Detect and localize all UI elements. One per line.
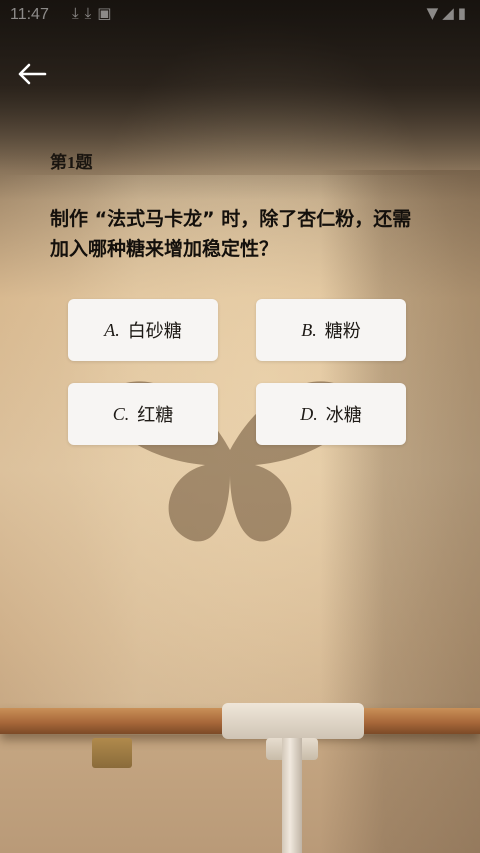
status-bar: 11:47 ⤓⤓▣ ▼◢▮	[0, 0, 480, 34]
wall-bracket	[92, 738, 132, 768]
back-button[interactable]	[12, 56, 52, 92]
option-label: 糖粉	[324, 321, 361, 342]
barre-post	[282, 738, 302, 853]
option-letter: C.	[112, 403, 130, 424]
option-c-button[interactable]: C. 红糖	[68, 383, 218, 445]
option-label: 白砂糖	[127, 321, 182, 342]
download-icon: ⤓	[84, 4, 98, 22]
question-text: 制作 “法式马卡龙” 时，除了杏仁粉，还需加入哪种糖来增加稳定性？	[50, 208, 412, 260]
notification-icons: ⤓⤓▣	[72, 4, 117, 22]
barre-joint	[222, 703, 364, 739]
option-letter: B.	[301, 319, 317, 340]
option-b-button[interactable]: B. 糖粉	[256, 299, 406, 361]
system-icons: ▼◢▮	[427, 4, 470, 22]
option-label: 红糖	[137, 405, 174, 426]
arrow-left-icon	[18, 63, 47, 85]
option-label: 冰糖	[325, 405, 362, 426]
option-a-button[interactable]: A. 白砂糖	[68, 299, 218, 361]
option-d-button[interactable]: D. 冰糖	[256, 383, 406, 445]
download-icon: ⤓	[72, 4, 85, 22]
wifi-icon: ▼	[426, 4, 443, 22]
quiz-screen: 11:47 ⤓⤓▣ ▼◢▮ 第1题 制作 “法式马卡龙” 时，除了杏仁粉，还需加…	[0, 0, 480, 853]
option-letter: D.	[300, 403, 318, 424]
status-time: 11:47	[10, 6, 49, 23]
screenshot-icon: ▣	[97, 4, 118, 22]
question-number: 第1题	[50, 153, 93, 172]
right-shadow	[320, 170, 480, 853]
signal-icon: ◢	[442, 4, 458, 22]
battery-icon: ▮	[457, 4, 470, 22]
option-letter: A.	[104, 319, 120, 340]
